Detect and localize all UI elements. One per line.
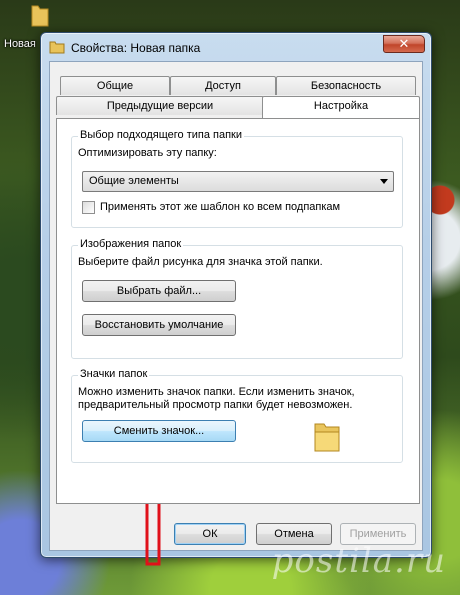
tab-general[interactable]: Общие [60, 76, 170, 95]
close-button[interactable]: ✕ [383, 35, 425, 53]
tab-customize[interactable]: Настройка [262, 96, 420, 118]
folder-icons-description-line2: предварительный просмотр папки будет нев… [78, 399, 353, 411]
tab-label: Настройка [313, 100, 369, 112]
window-title: Свойства: Новая папка [71, 41, 201, 55]
folder-type-group-title: Выбор подходящего типа папки [78, 129, 245, 141]
desktop-folder-shortcut[interactable]: Новая [2, 0, 49, 56]
folder-pictures-group: Изображения папок Выберите файл рисунка … [71, 238, 403, 359]
tab-sharing[interactable]: Доступ [170, 76, 276, 95]
folder-icons-description-line1: Можно изменить значок папки. Если измени… [78, 386, 355, 398]
folder-icons-group-title: Значки папок [78, 368, 150, 380]
restore-default-button[interactable]: Восстановить умолчание [82, 314, 236, 336]
chevron-down-icon [380, 179, 388, 184]
folder-pictures-description: Выберите файл рисунка для значка этой па… [78, 256, 323, 268]
tab-label: Безопасность [310, 80, 382, 92]
folder-type-group: Выбор подходящего типа папки Оптимизиров… [71, 129, 403, 228]
folder-type-value: Общие элементы [89, 175, 179, 187]
tab-security[interactable]: Безопасность [276, 76, 416, 95]
apply-to-subfolders-label: Применять этот же шаблон ко всем подпапк… [100, 201, 341, 213]
folder-icon [31, 5, 49, 27]
ok-button[interactable]: ОК [174, 523, 246, 545]
tab-previous-versions[interactable]: Предыдущие версии [56, 96, 264, 115]
tab-label: Предыдущие версии [106, 100, 214, 112]
tab-label: Общие [96, 80, 134, 92]
close-icon: ✕ [398, 36, 410, 51]
desktop-icon-label: Новая [4, 38, 36, 50]
folder-pictures-group-title: Изображения папок [78, 238, 184, 250]
choose-file-button[interactable]: Выбрать файл... [82, 280, 236, 302]
customize-panel: Выбор подходящего типа папки Оптимизиров… [56, 118, 420, 504]
tab-label: Доступ [205, 80, 241, 92]
change-icon-button[interactable]: Сменить значок... [82, 420, 236, 442]
folder-type-select[interactable]: Общие элементы [82, 171, 394, 192]
title-bar[interactable]: Свойства: Новая папка ✕ [41, 33, 431, 61]
optimize-label: Оптимизировать эту папку: [78, 147, 217, 159]
dialog-body: Общие Доступ Безопасность Предыдущие вер… [49, 61, 423, 551]
properties-window: Свойства: Новая папка ✕ Общие Доступ Без… [40, 32, 432, 558]
folder-icons-group: Значки папок Можно изменить значок папки… [71, 368, 403, 463]
apply-to-subfolders-checkbox[interactable] [82, 201, 95, 214]
folder-icon [314, 423, 340, 452]
folder-icon [49, 41, 65, 54]
watermark: postila.ru [271, 541, 446, 581]
